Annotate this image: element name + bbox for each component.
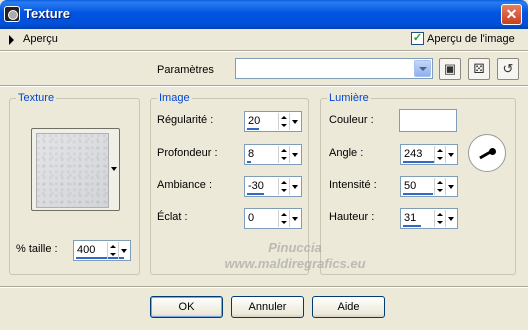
separator bbox=[0, 85, 528, 87]
angle-spinner[interactable]: 243 bbox=[400, 144, 458, 165]
depth-slider[interactable] bbox=[247, 161, 251, 163]
floppy-disk-icon: ▣ bbox=[443, 61, 457, 76]
updown-arrows-icon[interactable] bbox=[434, 146, 445, 163]
ok-button[interactable]: OK bbox=[150, 296, 223, 318]
watermark-line2: www.maldiregrafics.eu bbox=[224, 256, 366, 271]
size-value[interactable]: 400 bbox=[77, 244, 95, 256]
separator bbox=[0, 50, 528, 52]
height-slider[interactable] bbox=[403, 225, 421, 227]
intensity-spinner[interactable]: 50 bbox=[400, 176, 458, 197]
chevron-down-icon[interactable] bbox=[414, 60, 431, 77]
depth-spinner[interactable]: 8 bbox=[244, 144, 302, 165]
height-label: Hauteur : bbox=[329, 211, 375, 223]
regularity-value[interactable]: 20 bbox=[248, 115, 260, 127]
ambiance-value[interactable]: -30 bbox=[248, 180, 264, 192]
updown-arrows-icon[interactable] bbox=[278, 178, 289, 195]
preview-checkbox-label[interactable]: Aperçu de l'image bbox=[427, 33, 515, 45]
settings-label: Paramètres bbox=[157, 64, 214, 76]
angle-slider[interactable] bbox=[403, 161, 435, 163]
help-button[interactable]: Aide bbox=[312, 296, 385, 318]
preview-toggle-label[interactable]: Aperçu bbox=[23, 33, 58, 45]
eclat-label: Éclat : bbox=[157, 211, 188, 223]
dice-icon: ⚄ bbox=[473, 61, 485, 76]
chevron-down-icon[interactable] bbox=[111, 167, 117, 171]
title-bar[interactable]: Texture ✕ bbox=[0, 0, 528, 29]
angle-value[interactable]: 243 bbox=[404, 148, 422, 160]
ambiance-label: Ambiance : bbox=[157, 179, 213, 191]
random-button[interactable]: ⚄ bbox=[468, 58, 490, 80]
texture-picker[interactable] bbox=[31, 128, 120, 211]
app-icon bbox=[4, 6, 20, 22]
updown-arrows-icon[interactable] bbox=[434, 178, 445, 195]
chevron-down-icon[interactable] bbox=[289, 113, 300, 130]
height-value[interactable]: 31 bbox=[404, 212, 416, 224]
updown-arrows-icon[interactable] bbox=[278, 210, 289, 227]
chevron-down-icon[interactable] bbox=[289, 146, 300, 163]
angle-label: Angle : bbox=[329, 147, 364, 159]
cancel-button[interactable]: Annuler bbox=[231, 296, 304, 318]
reset-icon: ↺ bbox=[502, 61, 514, 76]
color-label: Couleur : bbox=[329, 114, 374, 126]
chevron-down-icon[interactable] bbox=[445, 210, 456, 227]
depth-value[interactable]: 8 bbox=[248, 148, 254, 160]
intensity-label: Intensité : bbox=[329, 179, 377, 191]
updown-arrows-icon[interactable] bbox=[107, 242, 118, 259]
size-spinner[interactable]: 400 bbox=[73, 240, 131, 261]
expand-arrow-icon[interactable] bbox=[9, 35, 14, 45]
updown-arrows-icon[interactable] bbox=[278, 146, 289, 163]
chevron-down-icon[interactable] bbox=[445, 146, 456, 163]
eclat-value[interactable]: 0 bbox=[248, 212, 254, 224]
ambiance-slider[interactable] bbox=[247, 193, 264, 195]
eclat-spinner[interactable]: 0 bbox=[244, 208, 302, 229]
height-spinner[interactable]: 31 bbox=[400, 208, 458, 229]
watermark-line1: Pinuccia bbox=[268, 240, 322, 255]
image-group-title: Image bbox=[157, 92, 192, 104]
texture-group-title: Texture bbox=[16, 92, 57, 104]
color-swatch[interactable] bbox=[399, 109, 457, 132]
watermark: Pinuccia www.maldiregrafics.eu bbox=[200, 240, 390, 272]
intensity-value[interactable]: 50 bbox=[404, 180, 416, 192]
separator bbox=[0, 286, 528, 288]
preview-checkbox[interactable]: ✓ bbox=[411, 32, 424, 45]
angle-dial[interactable] bbox=[468, 134, 506, 172]
intensity-slider[interactable] bbox=[403, 193, 433, 195]
angle-knob-icon[interactable] bbox=[489, 148, 496, 155]
updown-arrows-icon[interactable] bbox=[278, 113, 289, 130]
regularity-spinner[interactable]: 20 bbox=[244, 111, 302, 132]
reset-button[interactable]: ↺ bbox=[497, 58, 519, 80]
depth-label: Profondeur : bbox=[157, 147, 218, 159]
save-preset-button[interactable]: ▣ bbox=[439, 58, 461, 80]
window-title: Texture bbox=[24, 6, 70, 21]
chevron-down-icon[interactable] bbox=[445, 178, 456, 195]
chevron-down-icon[interactable] bbox=[289, 210, 300, 227]
ambiance-spinner[interactable]: -30 bbox=[244, 176, 302, 197]
chevron-down-icon[interactable] bbox=[118, 242, 129, 259]
settings-dropdown[interactable] bbox=[235, 58, 433, 79]
regularity-label: Régularité : bbox=[157, 114, 214, 126]
chevron-down-icon[interactable] bbox=[289, 178, 300, 195]
texture-swatch bbox=[36, 133, 109, 208]
updown-arrows-icon[interactable] bbox=[434, 210, 445, 227]
light-group-title: Lumière bbox=[327, 92, 371, 104]
regularity-slider[interactable] bbox=[247, 128, 259, 130]
size-label: % taille : bbox=[16, 243, 58, 255]
close-button[interactable]: ✕ bbox=[501, 4, 522, 25]
